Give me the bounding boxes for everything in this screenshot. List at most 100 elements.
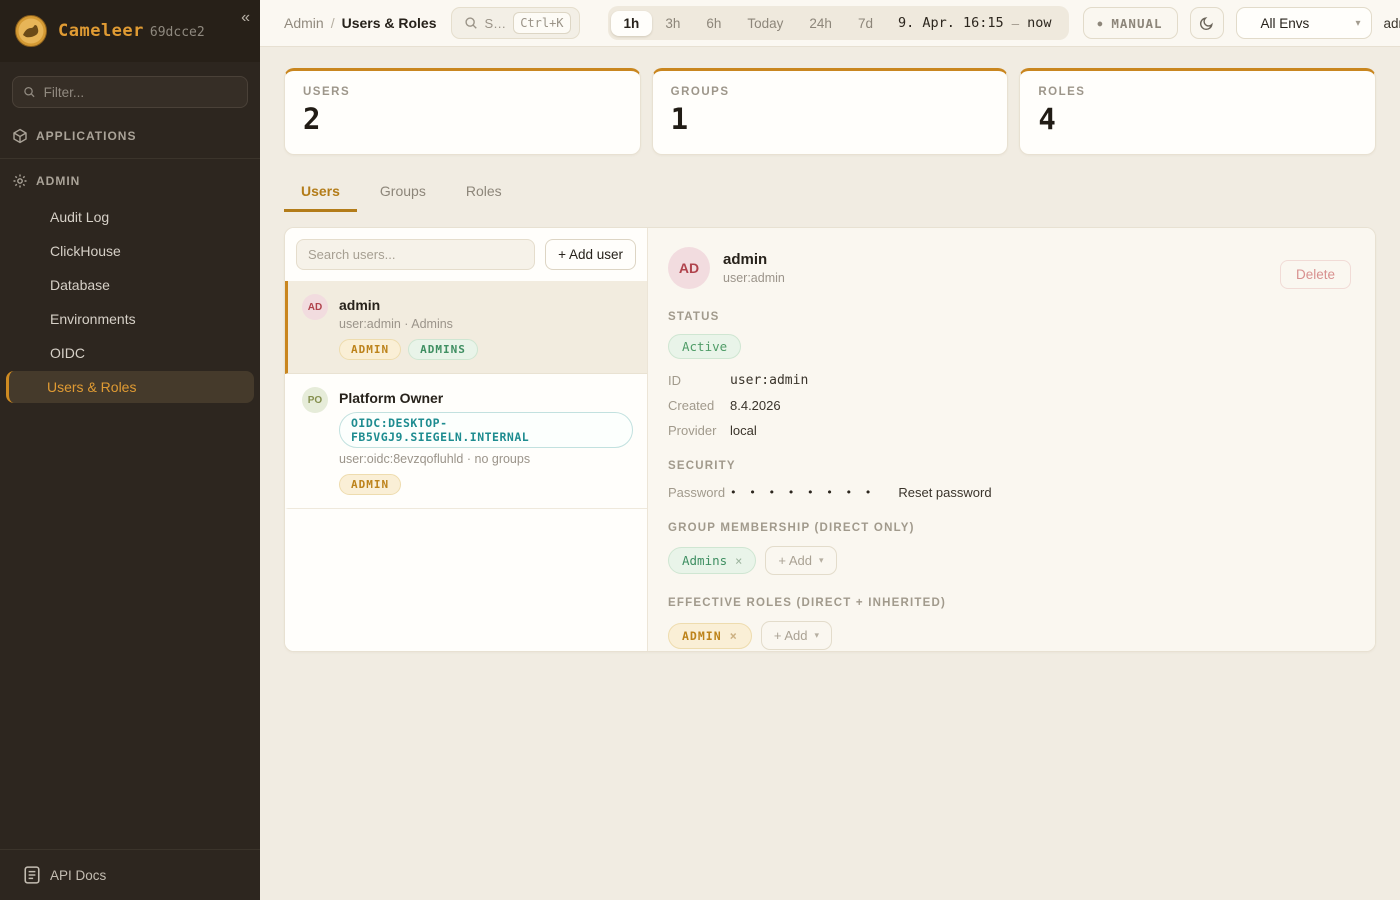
- page-content: USERS 2 GROUPS 1 ROLES 4 Users Groups Ro…: [260, 47, 1400, 900]
- sidebar-footer[interactable]: API Docs: [0, 849, 260, 900]
- topbar: Admin / Users & Roles S… Ctrl+K 1h 3h 6h…: [260, 0, 1400, 47]
- user-name: admin: [339, 294, 478, 313]
- time-range-1h[interactable]: 1h: [611, 11, 653, 36]
- avatar: PO: [302, 387, 328, 413]
- group-badge: ADMINS: [408, 339, 478, 360]
- stat-label: GROUPS: [671, 86, 990, 98]
- global-search-button[interactable]: S… Ctrl+K: [451, 7, 580, 39]
- tab-groups[interactable]: Groups: [363, 175, 443, 212]
- reset-password-link[interactable]: Reset password: [898, 485, 991, 500]
- field-label: Provider: [668, 423, 730, 438]
- breadcrumb-current: Users & Roles: [342, 15, 437, 31]
- stat-label: USERS: [303, 86, 622, 98]
- detail-user-name: admin: [723, 251, 785, 268]
- add-role-button[interactable]: + Add ▾: [761, 621, 832, 650]
- sidebar-item-oidc[interactable]: OIDC: [6, 337, 254, 369]
- status-heading: STATUS: [668, 311, 1355, 323]
- avatar: AD: [668, 247, 710, 289]
- environment-select-value: All Envs: [1261, 16, 1310, 31]
- add-group-button[interactable]: + Add ▾: [765, 546, 836, 575]
- tab-roles[interactable]: Roles: [449, 175, 519, 212]
- api-docs-link[interactable]: API Docs: [50, 868, 106, 883]
- time-range-24h[interactable]: 24h: [796, 11, 845, 36]
- moon-icon: [1199, 15, 1215, 31]
- user-detail-panel: AD admin user:admin Delete STATUS Active…: [648, 228, 1375, 651]
- sidebar-item-environments[interactable]: Environments: [6, 303, 254, 335]
- time-range-3h[interactable]: 3h: [652, 11, 693, 36]
- field-row-id: ID user:admin: [668, 373, 1355, 388]
- user-subtitle: user:admin · Admins: [339, 317, 478, 331]
- theme-toggle-button[interactable]: [1190, 7, 1224, 39]
- security-heading: SECURITY: [668, 460, 1355, 472]
- search-icon: [464, 16, 478, 30]
- sidebar-item-audit-log[interactable]: Audit Log: [6, 201, 254, 233]
- remove-chip-icon[interactable]: ×: [730, 629, 738, 643]
- sidebar-item-clickhouse[interactable]: ClickHouse: [6, 235, 254, 267]
- role-chip-admin: ADMIN ×: [668, 623, 752, 649]
- sidebar-item-users-roles[interactable]: Users & Roles: [6, 371, 254, 403]
- breadcrumb: Admin / Users & Roles: [284, 15, 437, 31]
- filter-box[interactable]: [12, 76, 248, 108]
- time-range-control: 1h 3h 6h Today 24h 7d 9. Apr. 16:15 – no…: [608, 6, 1069, 40]
- password-label: Password: [668, 485, 730, 500]
- add-user-button[interactable]: + Add user: [545, 239, 636, 270]
- status-badge: Active: [668, 334, 741, 359]
- group-chips: Admins × + Add ▾: [668, 546, 1355, 575]
- tab-users[interactable]: Users: [284, 175, 357, 212]
- delete-user-button[interactable]: Delete: [1280, 260, 1351, 289]
- field-value: user:admin: [730, 373, 808, 388]
- time-range-today[interactable]: Today: [734, 11, 796, 36]
- field-value: local: [730, 423, 757, 438]
- sidebar-divider: [0, 158, 260, 159]
- user-list-item-admin[interactable]: AD admin user:admin · Admins ADMIN ADMIN…: [285, 281, 647, 374]
- oidc-provider-chip: OIDC:DESKTOP-FB5VGJ9.SIEGELN.INTERNAL: [339, 412, 633, 448]
- user-item-body: Platform Owner OIDC:DESKTOP-FB5VGJ9.SIEG…: [339, 387, 633, 495]
- field-row-created: Created 8.4.2026: [668, 398, 1355, 413]
- search-icon: [23, 85, 36, 99]
- detail-fields: ID user:admin Created 8.4.2026 Provider …: [668, 373, 1355, 438]
- topbar-right: ● MANUAL All Envs ▾ admin AD: [1083, 7, 1400, 39]
- sidebar-filter-input[interactable]: [44, 85, 237, 100]
- add-label: + Add: [778, 553, 812, 568]
- time-range-display[interactable]: 9. Apr. 16:15 – now: [886, 15, 1066, 31]
- stat-card-users: USERS 2: [284, 68, 641, 155]
- gear-icon: [12, 173, 28, 189]
- stat-value: 4: [1038, 102, 1357, 136]
- document-icon: [24, 866, 40, 884]
- environment-select[interactable]: All Envs ▾: [1236, 7, 1372, 39]
- chevron-down-icon: ▾: [1356, 18, 1361, 29]
- breadcrumb-parent[interactable]: Admin: [284, 15, 324, 31]
- build-id: 69dcce2: [150, 25, 205, 40]
- role-badge: ADMIN: [339, 474, 401, 495]
- user-subtitle: user:oidc:8evzqofluhld · no groups: [339, 452, 633, 466]
- stat-value: 2: [303, 102, 622, 136]
- manual-mode-badge[interactable]: ● MANUAL: [1083, 7, 1178, 39]
- cube-icon: [12, 128, 28, 144]
- chip-label: ADMIN: [682, 629, 722, 643]
- user-search-input[interactable]: [296, 239, 535, 270]
- detail-header: AD admin user:admin: [668, 247, 1355, 289]
- effective-roles-heading: EFFECTIVE ROLES (DIRECT + INHERITED): [668, 597, 1355, 609]
- field-value: 8.4.2026: [730, 398, 781, 413]
- user-list-item-platform-owner[interactable]: PO Platform Owner OIDC:DESKTOP-FB5VGJ9.S…: [285, 374, 647, 509]
- sidebar-section-admin[interactable]: ADMIN: [0, 163, 260, 199]
- stat-label: ROLES: [1038, 86, 1357, 98]
- time-to: now: [1027, 15, 1051, 31]
- section-label: ADMIN: [36, 174, 80, 188]
- avatar: AD: [302, 294, 328, 320]
- field-label: ID: [668, 373, 730, 388]
- time-range-6h[interactable]: 6h: [693, 11, 734, 36]
- mode-label: MANUAL: [1111, 16, 1162, 31]
- time-range-7d[interactable]: 7d: [845, 11, 886, 36]
- user-list-toolbar: + Add user: [285, 228, 647, 281]
- field-row-provider: Provider local: [668, 423, 1355, 438]
- tab-bar: Users Groups Roles: [284, 175, 1376, 212]
- sidebar-item-database[interactable]: Database: [6, 269, 254, 301]
- remove-chip-icon[interactable]: ×: [735, 554, 742, 568]
- collapse-sidebar-button[interactable]: «: [241, 10, 250, 26]
- sidebar-section-applications[interactable]: APPLICATIONS: [0, 118, 260, 154]
- group-membership-heading: GROUP MEMBERSHIP (DIRECT ONLY): [668, 522, 1355, 534]
- user-list-column: + Add user AD admin user:admin · Admins …: [285, 228, 648, 651]
- add-label: + Add: [774, 628, 808, 643]
- stats-row: USERS 2 GROUPS 1 ROLES 4: [284, 68, 1376, 155]
